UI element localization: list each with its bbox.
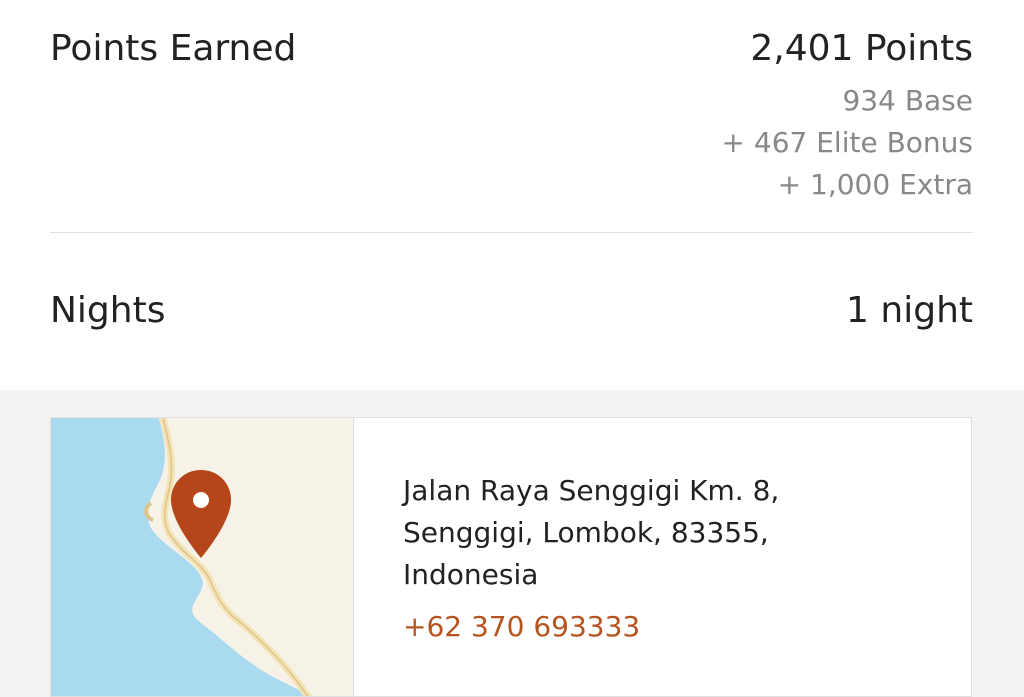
points-elite-bonus: + 467 Elite Bonus	[721, 126, 973, 159]
hotel-phone-link[interactable]: +62 370 693333	[403, 610, 951, 643]
points-extra: + 1,000 Extra	[777, 168, 973, 201]
points-base: 934 Base	[842, 84, 973, 117]
hotel-address: Jalan Raya Senggigi Km. 8, Senggigi, Lom…	[403, 470, 951, 596]
points-label: Points Earned	[50, 28, 297, 69]
points-breakdown: 934 Base + 467 Elite Bonus + 1,000 Extra	[722, 80, 973, 206]
points-total: 2,401 Points	[750, 28, 973, 69]
map-image	[51, 418, 353, 696]
address-line-3: Indonesia	[403, 558, 539, 591]
divider	[50, 232, 973, 233]
hotel-location-card: Jalan Raya Senggigi Km. 8, Senggigi, Lom…	[50, 417, 972, 697]
nights-value: 1 night	[846, 290, 973, 331]
nights-label: Nights	[50, 290, 166, 331]
address-line-2: Senggigi, Lombok, 83355,	[403, 516, 769, 549]
nights-row: Nights 1 night	[50, 290, 973, 340]
stay-summary: Points Earned 2,401 Points 934 Base + 46…	[0, 0, 1024, 390]
address-line-1: Jalan Raya Senggigi Km. 8,	[403, 474, 780, 507]
map-thumbnail[interactable]	[51, 418, 354, 696]
location-info: Jalan Raya Senggigi Km. 8, Senggigi, Lom…	[403, 470, 951, 643]
points-row: Points Earned 2,401 Points 934 Base + 46…	[50, 28, 973, 201]
